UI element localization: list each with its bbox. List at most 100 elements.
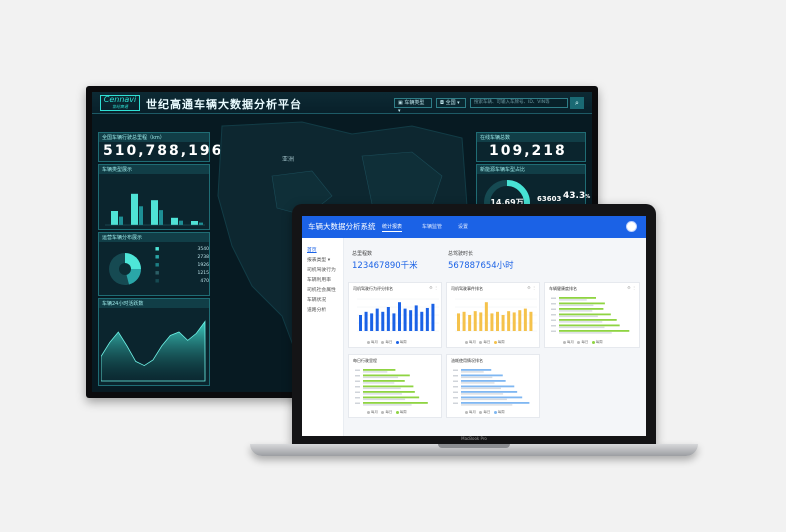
chart-bar-secondary [461,393,504,395]
total-mileage-label: 总里程数 [352,251,373,257]
ring-percent-unit: % [585,194,591,200]
axis-label-placeholder [551,314,556,316]
tab-settings[interactable]: 设置 [458,223,468,230]
chart-bar [386,307,390,331]
chart-bar [414,305,418,331]
sidebar-item-vehicle-utilization[interactable]: 车辆利用率 [307,276,331,283]
axis-label-placeholder [551,325,556,327]
vehicle-health-chart [551,297,630,334]
chart-bar-secondary [559,310,593,312]
legend-weekly: 每周 [399,410,407,414]
legend-daily: 每日 [385,340,393,344]
fleet-share-value: 1926 [197,263,209,268]
card-title: 司机驾驶行为评分排名 [353,286,393,291]
chart-bar [359,315,362,331]
legend-monthly: 每月 [371,410,378,414]
chart-bar [507,311,511,331]
card-menu-icon[interactable]: ⚙ ⋮ [429,285,438,290]
daily-mileage-chart [355,369,428,406]
legend-daily: 每日 [385,410,393,414]
panel-title: 车辆24小时活跃数 [99,299,209,308]
card-menu-icon[interactable]: ⚙ ⋮ [527,285,536,290]
driver-events-card: 司机驾驶事件排名 ⚙ ⋮ 每月 每日 每周 [446,282,540,348]
legend-daily: 每日 [483,410,491,414]
ring-stat-value: 63603 [537,195,562,203]
sidebar-item-home[interactable]: 首页 [307,246,317,253]
chart-bar [409,310,413,331]
vehicle-health-card: 车辆健康度排名 ⚙ ⋮ 每月 每日 每周 [544,282,640,348]
chart-bar-secondary [461,371,484,373]
panel-title: 全国车辆行驶总里程（km） [99,133,209,142]
vehicle-type-bar [131,193,138,225]
chart-bar [496,311,499,331]
card-title: 车辆健康度排名 [549,286,577,291]
axis-label-placeholder [355,380,360,382]
daily-activity-chart [101,320,206,382]
vehicle-type-bar-secondary [139,206,143,225]
sidebar: 首页 报表类型 ▾ 司机驾驶行为 车辆利用率 司机社会属性 车辆状况 道路分析 [302,238,344,436]
chart-bar-secondary [363,371,388,373]
chart-bar [461,402,530,404]
chart-bar-secondary [559,326,605,329]
chart-bar [398,302,401,331]
chevron-down-icon: ▾ [327,258,331,263]
axis-label-placeholder [355,391,360,393]
fleet-share-value: 3540 [197,247,209,252]
laptop-base: MacBook Pro [250,436,698,456]
daily-activity-panel: 车辆24小时活跃数 [98,298,210,386]
logo-text: Cennavi [103,95,137,104]
search-button[interactable]: ⌕ [570,97,584,109]
sidebar-item-vehicle-status[interactable]: 车辆状况 [307,296,326,303]
chart-bar [370,313,374,331]
driver-score-chart [357,298,439,332]
chart-bar-secondary [461,387,501,390]
chart-bar-secondary [461,398,507,401]
tab-statistics-report[interactable]: 统计报表 [382,223,403,232]
chart-bar [529,311,533,331]
axis-label-placeholder [551,330,556,332]
card-title: 油耗使用情况排名 [451,358,483,363]
chart-legend: 每月 每日 每周 [563,340,603,345]
region-select[interactable]: ◘ 全国 ▾ [436,98,466,108]
vehicle-type-bar [151,200,158,225]
user-avatar[interactable] [626,221,637,232]
sidebar-item-report-type[interactable]: 报表类型 ▾ [307,256,330,263]
axis-label-placeholder [551,308,556,310]
vehicle-search-input[interactable]: 搜索车辆、可输入车牌号、ID、VIN等 [470,98,568,108]
fleet-share-row: ■ 470 [155,279,209,287]
sidebar-item-road-analysis[interactable]: 道路分析 [307,306,326,313]
fleet-share-row: ■ 1215 [155,271,209,279]
chart-bar [363,374,410,377]
car-icon: ▣ [398,100,403,106]
chart-bar [468,315,472,331]
laptop-model-label: MacBook Pro [461,436,487,441]
total-mileage-value: 123467890千米 [352,261,418,271]
chart-bar [363,391,415,393]
legend-swatch: ■ [155,247,160,252]
card-menu-icon[interactable]: ⚙ ⋮ [627,285,636,290]
fleet-share-value: 470 [200,279,209,284]
chart-bar [461,396,523,399]
sidebar-item-label: 报表类型 [307,258,327,263]
sidebar-item-driver-behavior[interactable]: 司机驾驶行为 [307,266,336,273]
vehicle-type-bar-secondary [179,220,183,225]
axis-label-placeholder [355,386,360,388]
fleet-share-value: 1215 [197,271,209,276]
legend-monthly: 每月 [567,340,574,344]
lock-icon: ◘ [440,100,444,106]
chart-bar [375,308,379,331]
tab-vehicle-supervision[interactable]: 车辆监管 [422,223,442,230]
fleet-share-value: 2738 [197,255,209,260]
online-count-value: 109,218 [489,143,567,159]
vehicle-type-bar [191,221,198,225]
fuel-usage-card: 油耗使用情况排名 每月 每日 每周 [446,354,540,418]
panel-title: 运营车辆分布展示 [99,233,209,242]
vehicle-type-select[interactable]: ▣ 车辆类型 ▾ [394,98,432,114]
chart-bar-secondary [363,404,412,406]
chart-bar [381,311,385,331]
total-mileage-panel: 全国车辆行驶总里程（km） 510,788,196 [98,132,221,162]
total-mileage-value: 510,788,196 [103,143,224,159]
chart-bar-secondary [559,315,598,318]
sidebar-item-driver-social[interactable]: 司机社会属性 [307,286,336,293]
axis-label-placeholder [551,303,556,305]
